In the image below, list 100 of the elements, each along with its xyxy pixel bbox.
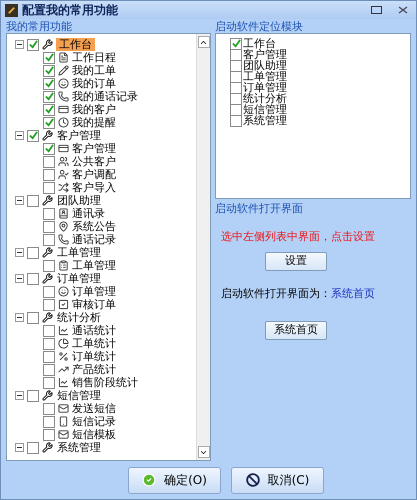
checkbox[interactable]	[230, 60, 242, 72]
line-chart-icon	[58, 325, 69, 336]
checkbox[interactable]	[230, 114, 242, 126]
tree-item[interactable]: 短信模板	[72, 428, 116, 441]
checkbox[interactable]	[43, 234, 55, 246]
collapse-toggle[interactable]	[15, 196, 24, 205]
checkbox[interactable]	[43, 402, 55, 414]
checkbox[interactable]	[43, 338, 55, 350]
checkbox[interactable]	[43, 260, 55, 272]
collapse-toggle[interactable]	[15, 131, 24, 140]
person-check-icon	[58, 169, 69, 180]
tools-icon	[42, 273, 53, 284]
tree-item[interactable]: 工作日程	[72, 51, 116, 64]
module-item[interactable]: 短信管理	[243, 104, 287, 115]
tree-item[interactable]: 系统公告	[72, 220, 116, 233]
tree-item[interactable]: 客户管理	[56, 129, 102, 142]
checkbox[interactable]	[43, 64, 55, 76]
close-icon[interactable]	[398, 6, 408, 14]
checkbox[interactable]	[27, 246, 39, 258]
module-item[interactable]: 系统管理	[243, 115, 287, 126]
checkbox[interactable]	[43, 324, 55, 336]
checkbox[interactable]	[43, 286, 55, 298]
checkbox[interactable]	[43, 428, 55, 440]
checkbox[interactable]	[27, 272, 39, 284]
tree-item[interactable]: 我的客户	[72, 103, 116, 116]
tree-item[interactable]: 发送短信	[72, 402, 116, 415]
checkbox[interactable]	[27, 390, 39, 402]
home-page-button[interactable]: 系统首页	[265, 320, 327, 340]
collapse-toggle[interactable]	[15, 313, 24, 322]
tree-item[interactable]: 工单管理	[56, 246, 102, 259]
checkbox[interactable]	[27, 38, 39, 50]
tree-item[interactable]: 系统管理	[56, 441, 102, 454]
checkbox[interactable]	[43, 90, 55, 102]
tree-item[interactable]: 客户导入	[72, 181, 116, 194]
checkbox[interactable]	[27, 442, 39, 454]
tree-item[interactable]: 客户调配	[72, 168, 116, 181]
checkbox[interactable]	[43, 220, 55, 232]
checkbox[interactable]	[230, 82, 242, 94]
checkbox[interactable]	[43, 168, 55, 180]
checkbox[interactable]	[43, 116, 55, 128]
checkbox[interactable]	[230, 104, 242, 116]
scroll-down-icon[interactable]	[198, 446, 210, 458]
checkbox[interactable]	[43, 52, 55, 64]
tree-item[interactable]: 工单统计	[72, 337, 116, 350]
ok-button[interactable]: 确定(O)	[128, 466, 221, 494]
checkbox[interactable]	[43, 156, 55, 168]
checkbox[interactable]	[230, 38, 242, 50]
maximize-icon[interactable]	[371, 6, 382, 14]
checkbox[interactable]	[43, 350, 55, 362]
module-item[interactable]: 工单管理	[243, 71, 287, 82]
tree-item[interactable]: 我的订单	[72, 77, 116, 90]
collapse-toggle[interactable]	[15, 274, 24, 283]
checkbox[interactable]	[43, 364, 55, 376]
scrollbar[interactable]	[196, 34, 210, 460]
collapse-toggle[interactable]	[15, 391, 24, 400]
tree-item[interactable]: 统计分析	[56, 311, 102, 324]
checkbox[interactable]	[43, 376, 55, 388]
tree-item[interactable]: 我的工单	[72, 64, 116, 77]
tree-item[interactable]: 销售阶段统计	[72, 376, 138, 389]
checkbox[interactable]	[27, 130, 39, 142]
tree-item[interactable]: 订单管理	[72, 285, 116, 298]
checkbox[interactable]	[27, 194, 39, 206]
checkbox[interactable]	[43, 298, 55, 310]
tree-item[interactable]: 订单管理	[56, 272, 102, 285]
tree-item[interactable]: 我的提醒	[72, 116, 116, 129]
checkbox[interactable]	[43, 182, 55, 194]
checkbox[interactable]	[27, 312, 39, 324]
checkbox[interactable]	[43, 142, 55, 154]
checkbox[interactable]	[43, 208, 55, 220]
module-item[interactable]: 订单管理	[243, 82, 287, 93]
tree-item[interactable]: 产品统计	[72, 363, 116, 376]
tree-item[interactable]: 通话记录	[72, 233, 116, 246]
checkbox[interactable]	[43, 416, 55, 428]
collapse-toggle[interactable]	[15, 443, 24, 452]
checkbox[interactable]	[43, 104, 55, 116]
collapse-toggle[interactable]	[15, 40, 24, 49]
module-item[interactable]: 统计分析	[243, 93, 287, 104]
tree-item[interactable]: 公共客户	[72, 155, 116, 168]
set-button[interactable]: 设置	[265, 252, 327, 271]
tree-item[interactable]: 客户管理	[72, 142, 116, 155]
tree-item[interactable]: 审核订单	[72, 298, 116, 311]
tree-item[interactable]: 通话统计	[72, 324, 116, 337]
checkbox[interactable]	[230, 70, 242, 82]
module-item[interactable]: 团队助理	[243, 60, 287, 71]
collapse-toggle[interactable]	[15, 248, 24, 257]
tree-item[interactable]: 订单统计	[72, 350, 116, 363]
tree-item[interactable]: 团队助理	[56, 194, 102, 207]
tree-item[interactable]: 我的通话记录	[72, 90, 138, 103]
cancel-button[interactable]: 取消(C)	[231, 466, 324, 494]
module-item[interactable]: 工作台	[243, 38, 276, 49]
checkbox[interactable]	[230, 92, 242, 104]
scroll-up-icon[interactable]	[198, 36, 210, 48]
tree-item[interactable]: 工作台	[56, 38, 95, 51]
tree-item[interactable]: 工单管理	[72, 259, 116, 272]
checkbox[interactable]	[43, 78, 55, 90]
checkbox[interactable]	[230, 48, 242, 60]
tree-item[interactable]: 短信管理	[56, 389, 102, 402]
tree-item[interactable]: 通讯录	[72, 207, 105, 220]
tree-item[interactable]: 短信记录	[72, 415, 116, 428]
module-item[interactable]: 客户管理	[243, 49, 287, 60]
